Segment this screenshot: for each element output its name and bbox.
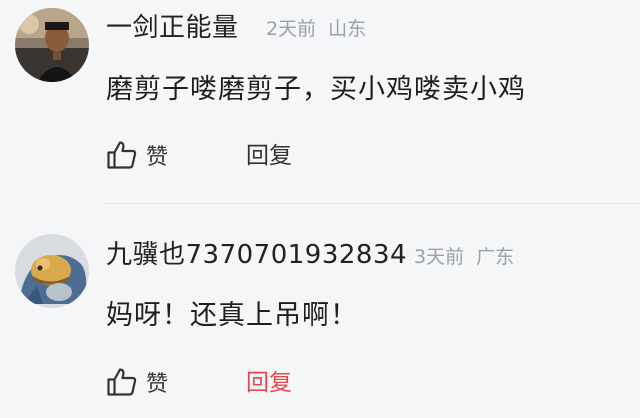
avatar[interactable]	[15, 234, 89, 308]
username[interactable]: 一剑正能量	[106, 13, 239, 43]
comment-text: 妈呀！还真上吊啊！	[106, 300, 358, 331]
comment-item: 一剑正能量 2天前 山东 磨剪子喽磨剪子，买小鸡喽卖小鸡 赞 回复	[0, 0, 640, 206]
comment-meta: 2天前 山东	[266, 18, 366, 40]
reply-button[interactable]: 回复	[246, 368, 292, 398]
avatar-cartoon-icon	[15, 234, 89, 308]
comment-location: 广东	[476, 246, 515, 268]
comment-location: 山东	[328, 18, 367, 40]
avatar-photo-icon	[15, 8, 89, 82]
avatar[interactable]	[15, 8, 89, 82]
like-label: 赞	[146, 372, 169, 397]
thumbs-up-icon	[107, 141, 137, 169]
comment-meta: 3天前 广东	[414, 246, 514, 268]
thumbs-up-icon	[107, 368, 137, 396]
comment-text: 磨剪子喽磨剪子，买小鸡喽卖小鸡	[106, 74, 526, 105]
comment-time: 3天前	[414, 246, 465, 268]
comment-divider	[104, 203, 640, 204]
comment-item: 九骥也7370701932834 3天前 广东 妈呀！还真上吊啊！ 赞 回复	[0, 206, 640, 418]
like-button[interactable]: 赞	[106, 366, 168, 398]
username[interactable]: 九骥也7370701932834	[106, 240, 407, 270]
comment-time: 2天前	[266, 18, 317, 40]
like-button[interactable]: 赞	[106, 139, 168, 171]
like-label: 赞	[146, 145, 169, 170]
reply-button[interactable]: 回复	[246, 141, 292, 171]
